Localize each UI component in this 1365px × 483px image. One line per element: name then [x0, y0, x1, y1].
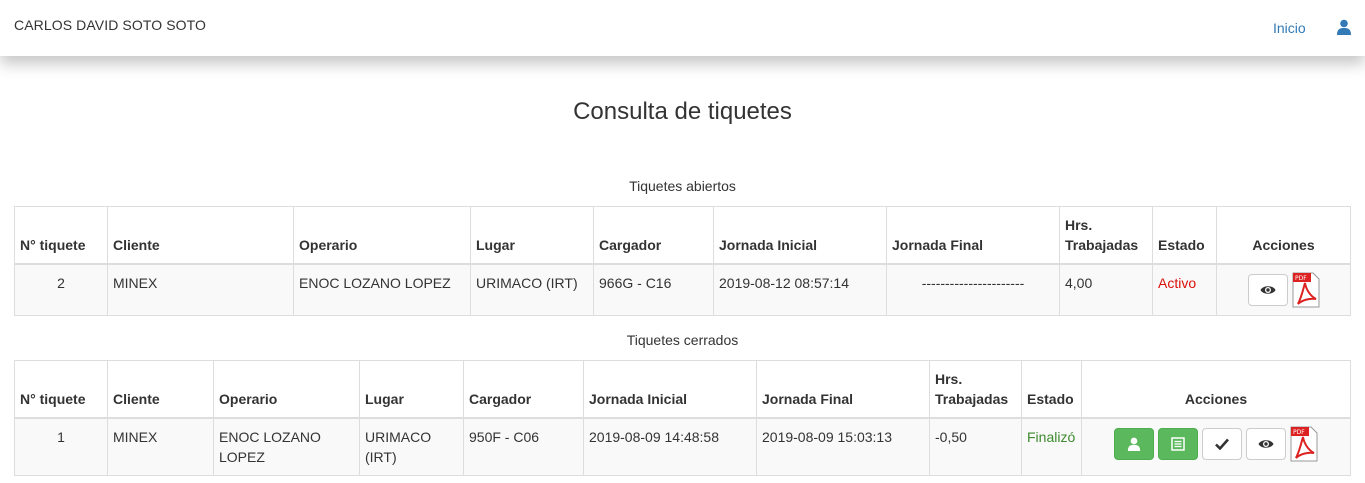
user-icon [1127, 437, 1141, 451]
eye-icon [1260, 286, 1275, 294]
col-header: Jornada Inicial [583, 360, 757, 419]
view-button[interactable] [1246, 428, 1286, 460]
col-header: Cliente [107, 206, 294, 265]
details-list-button[interactable] [1158, 428, 1198, 460]
ticket-number: 1 [14, 417, 108, 476]
hours-worked: -0,50 [929, 417, 1022, 476]
table-row: 1 MINEX ENOC LOZANO LOPEZ URIMACO (IRT) … [14, 417, 1351, 476]
svg-text:PDF: PDF [1293, 429, 1305, 436]
eye-icon [1258, 440, 1274, 448]
closed-tickets-caption: Tiquetes cerrados [626, 332, 739, 348]
actions-cell: PDF [1216, 263, 1351, 316]
client: MINEX [107, 417, 214, 476]
col-header: Cargador [593, 206, 714, 265]
col-header: Cliente [107, 360, 214, 419]
view-button[interactable] [1247, 274, 1288, 306]
col-header: Cargador [463, 360, 584, 419]
end-time: 2019-08-09 15:03:13 [756, 417, 930, 476]
col-header: Acciones [1216, 206, 1351, 265]
client: MINEX [107, 263, 294, 316]
page-title: Consulta de tiquetes [573, 98, 792, 125]
open-tickets-caption: Tiquetes abiertos [629, 178, 736, 194]
ticket-number: 2 [14, 263, 108, 316]
list-icon [1171, 437, 1185, 451]
place: URIMACO (IRT) [359, 417, 464, 476]
user-name: CARLOS DAVID SOTO SOTO [14, 17, 207, 33]
start-time: 2019-08-12 08:57:14 [713, 263, 887, 316]
col-header: N° tiquete [14, 206, 108, 265]
col-header: Operario [213, 360, 360, 419]
top-navbar: CARLOS DAVID SOTO SOTO Inicio [0, 0, 1365, 56]
col-header: Estado [1152, 206, 1217, 265]
loader: 966G - C16 [593, 263, 714, 316]
operator: ENOC LOZANO LOPEZ [293, 263, 471, 316]
hours-worked: 4,00 [1059, 263, 1153, 316]
col-header: Acciones [1081, 360, 1351, 419]
col-header: Hrs. Trabajadas [929, 360, 1022, 419]
table-header-row: N° tiquete Cliente Operario Lugar Cargad… [14, 360, 1351, 419]
end-time: ---------------------- [886, 263, 1060, 316]
closed-tickets-table: N° tiquete Cliente Operario Lugar Cargad… [14, 360, 1351, 476]
operator: ENOC LOZANO LOPEZ [213, 417, 360, 476]
loader: 950F - C06 [463, 417, 584, 476]
col-header: Estado [1021, 360, 1082, 419]
svg-text:PDF: PDF [1295, 275, 1307, 282]
place: URIMACO (IRT) [470, 263, 594, 316]
col-header: Lugar [470, 206, 594, 265]
col-header: Lugar [359, 360, 464, 419]
nav-home-link[interactable]: Inicio [1273, 20, 1306, 36]
col-header: N° tiquete [14, 360, 108, 419]
col-header: Jornada Final [886, 206, 1060, 265]
col-header: Jornada Inicial [713, 206, 887, 265]
approve-button[interactable] [1202, 428, 1242, 460]
assign-operator-button[interactable] [1114, 428, 1154, 460]
col-header: Hrs. Trabajadas [1059, 206, 1153, 265]
status-badge: Activo [1152, 263, 1217, 316]
status-badge: Finalizó [1021, 417, 1082, 476]
table-row: 2 MINEX ENOC LOZANO LOPEZ URIMACO (IRT) … [14, 263, 1351, 316]
pdf-icon[interactable]: PDF [1290, 426, 1318, 462]
open-tickets-table: N° tiquete Cliente Operario Lugar Cargad… [14, 206, 1351, 316]
col-header: Jornada Final [756, 360, 930, 419]
col-header: Operario [293, 206, 471, 265]
table-header-row: N° tiquete Cliente Operario Lugar Cargad… [14, 206, 1351, 265]
start-time: 2019-08-09 14:48:58 [583, 417, 757, 476]
user-icon[interactable] [1336, 19, 1352, 35]
check-icon [1215, 438, 1229, 450]
actions-cell: PDF [1081, 417, 1351, 476]
pdf-icon[interactable]: PDF [1292, 272, 1320, 308]
